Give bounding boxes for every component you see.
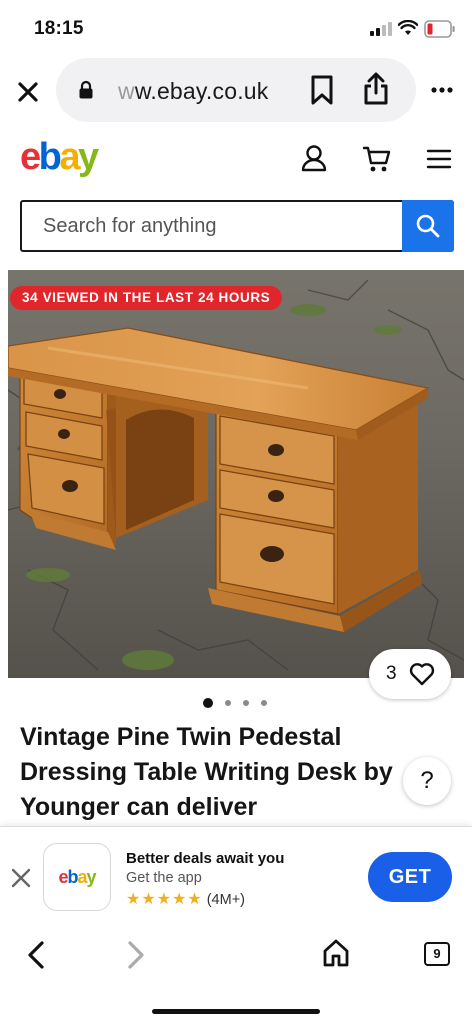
heart-icon	[409, 663, 435, 686]
url-text: ww.ebay.co.uk	[118, 78, 268, 105]
dismiss-banner-icon[interactable]	[10, 867, 32, 889]
logo-letter-b: b	[38, 136, 62, 178]
status-bar: 18:15	[0, 0, 472, 56]
user-account-icon[interactable]	[300, 144, 328, 172]
more-options-icon[interactable]	[430, 78, 454, 102]
desk-photo	[8, 270, 464, 678]
close-icon[interactable]	[14, 78, 42, 106]
pagination-dot-3[interactable]	[243, 700, 249, 706]
search-input[interactable]: Search for anything	[43, 215, 216, 238]
tabs-count-button[interactable]: 9	[424, 942, 450, 966]
logo-letter-e: e	[20, 136, 41, 178]
browser-address-row: ww.ebay.co.uk	[0, 58, 472, 122]
url-prefix: w	[118, 78, 135, 104]
forward-icon[interactable]	[124, 940, 148, 970]
search-icon	[416, 214, 440, 238]
bookmark-icon[interactable]	[310, 75, 334, 105]
image-pagination[interactable]	[203, 697, 273, 709]
watch-button[interactable]: 3	[369, 649, 451, 699]
search-button[interactable]	[402, 200, 454, 252]
banner-headline: Better deals await you	[126, 850, 285, 867]
search-bar: Search for anything	[20, 200, 454, 252]
logo-letter-a: a	[59, 136, 80, 178]
battery-icon	[424, 20, 455, 38]
ebay-logo[interactable]: ebay	[20, 136, 99, 179]
home-icon[interactable]	[322, 938, 350, 968]
url-domain: w.ebay.co.uk	[134, 78, 269, 104]
logo-letter-y: y	[78, 136, 99, 178]
watch-count: 3	[386, 663, 397, 684]
pagination-dot-2[interactable]	[225, 700, 231, 706]
address-bar[interactable]: ww.ebay.co.uk	[56, 58, 416, 122]
home-indicator	[152, 1009, 320, 1014]
pagination-dot-1[interactable]	[203, 698, 213, 708]
rating-stars: ★★★★★ (4M+)	[126, 889, 245, 909]
share-icon[interactable]	[362, 72, 390, 106]
menu-icon[interactable]	[426, 148, 452, 170]
lock-icon	[79, 80, 93, 99]
review-count: (4M+)	[206, 892, 245, 908]
app-install-banner: ebay Better deals await you Get the app …	[0, 826, 472, 926]
help-button[interactable]: ?	[403, 757, 451, 805]
status-time: 18:15	[34, 18, 84, 39]
listing-image[interactable]	[8, 270, 464, 678]
listing-title: Vintage Pine Twin Pedestal Dressing Tabl…	[20, 723, 393, 821]
banner-subline: Get the app	[126, 870, 202, 886]
star-icons: ★★★★★	[126, 891, 203, 908]
pagination-dot-4[interactable]	[261, 700, 267, 706]
viewed-count-badge: 34 VIEWED IN THE LAST 24 HOURS	[10, 286, 283, 310]
cart-icon[interactable]	[362, 144, 392, 174]
back-icon[interactable]	[24, 940, 48, 970]
get-app-button[interactable]: GET	[368, 852, 452, 902]
wifi-icon	[398, 20, 418, 35]
cellular-signal-icon	[370, 22, 392, 36]
app-logo: ebay	[43, 843, 111, 911]
